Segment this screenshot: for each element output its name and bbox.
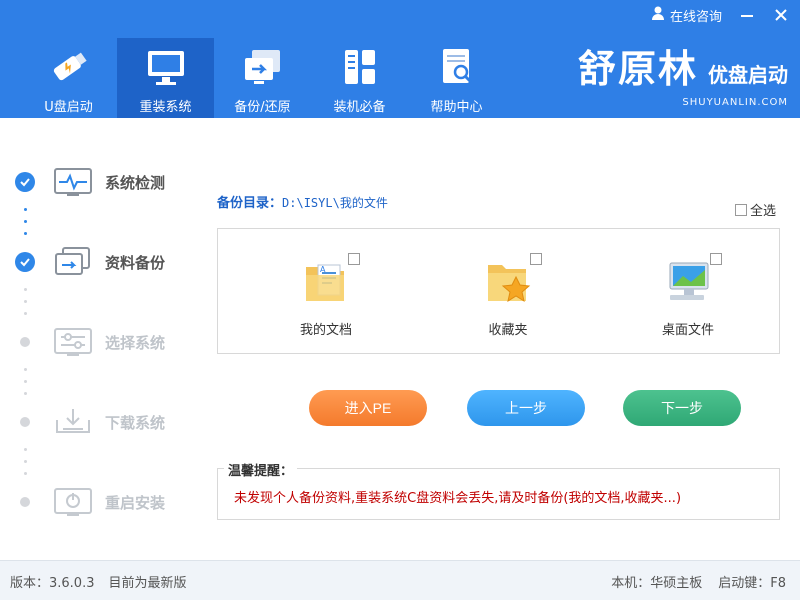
step-system-check: 系统检测 — [15, 166, 165, 198]
backup-icon — [53, 246, 93, 278]
brand-logo: 舒原林 优盘启动 SHUYUANLIN.COM — [578, 38, 788, 108]
header-toolbar: 在线咨询 — [650, 5, 790, 25]
step-select-system: 选择系统 — [15, 326, 165, 358]
select-all-label: 全选 — [749, 204, 776, 219]
online-consult-label: 在线咨询 — [669, 9, 722, 25]
brand-name: 舒原林 — [577, 47, 698, 91]
backup-files-box: A 我的文档 收藏夹 桌面文件 — [217, 228, 780, 354]
file-checkbox[interactable] — [530, 253, 542, 265]
enter-pe-button[interactable]: 进入PE — [309, 390, 427, 426]
tips-title: 温馨提醒： — [224, 460, 298, 479]
pending-dot-icon — [20, 337, 30, 347]
main-nav: U盘启动 重装系统 备份/还原 装机必备 帮助中心 — [20, 38, 505, 118]
backup-restore-icon — [240, 44, 286, 90]
file-checkbox[interactable] — [348, 253, 360, 265]
previous-step-button[interactable]: 上一步 — [467, 390, 585, 426]
file-label: 收藏夹 — [488, 323, 528, 338]
minimize-icon — [741, 15, 753, 17]
nav-help-center-label: 帮助中心 — [430, 100, 483, 115]
nav-essential-software-label: 装机必备 — [333, 100, 386, 115]
tips-warning-text: 未发现个人备份资料,重装系统C盘资料会丢失,请及时备份(我的文档,收藏夹...) — [234, 491, 682, 506]
steps-sidebar: 系统检测 资料备份 选择系统 下载系统 重启安装 — [0, 118, 195, 560]
step-restart-install: 重启安装 — [15, 486, 165, 518]
favorites-folder-icon — [480, 253, 542, 309]
nav-backup-restore[interactable]: 备份/还原 — [214, 38, 311, 118]
step-connector — [24, 448, 27, 475]
backup-directory-label: 备份目录： — [217, 196, 283, 211]
pending-dot-icon — [20, 417, 30, 427]
main-panel: 备份目录：D:\ISYL\我的文件 全选 A 我的文档 收藏夹 桌面文件 进入P… — [195, 118, 800, 560]
backup-directory-path[interactable]: D:\ISYL\我的文件 — [282, 196, 388, 210]
nav-usb-boot[interactable]: U盘启动 — [20, 38, 117, 118]
nav-reinstall-system-label: 重装系统 — [139, 100, 192, 115]
nav-backup-restore-label: 备份/还原 — [234, 100, 291, 115]
nav-help-center[interactable]: 帮助中心 — [408, 38, 505, 118]
step-download-system: 下载系统 — [15, 406, 165, 438]
update-status: 目前为最新版 — [108, 576, 187, 591]
help-document-icon — [434, 44, 480, 90]
file-label: 桌面文件 — [661, 323, 714, 338]
file-checkbox[interactable] — [710, 253, 722, 265]
step-data-backup: 资料备份 — [15, 246, 165, 278]
step-connector — [24, 288, 27, 315]
file-item-desktop-files[interactable]: 桌面文件 — [638, 253, 738, 338]
checkbox-icon[interactable] — [734, 203, 747, 216]
file-label: 我的文档 — [299, 323, 352, 338]
step-label: 重启安装 — [105, 493, 166, 512]
pending-dot-icon — [20, 497, 30, 507]
power-monitor-icon — [53, 486, 93, 518]
settings-sliders-icon — [53, 326, 93, 358]
step-label: 选择系统 — [105, 333, 166, 352]
motherboard-info: 本机：华硕主板 — [611, 576, 703, 591]
backup-directory: 备份目录：D:\ISYL\我的文件 — [217, 192, 388, 211]
software-grid-icon — [337, 44, 383, 90]
headset-icon — [650, 5, 666, 25]
version-label: 版本：3.6.0.3 — [10, 576, 95, 591]
step-connector — [24, 368, 27, 395]
minimize-button[interactable] — [738, 6, 756, 24]
desktop-computer-icon — [660, 253, 722, 309]
nav-usb-boot-label: U盘启动 — [44, 100, 93, 115]
step-connector — [24, 208, 27, 235]
usb-drive-icon — [46, 44, 92, 90]
nav-essential-software[interactable]: 装机必备 — [311, 38, 408, 118]
documents-folder-icon: A — [298, 253, 360, 309]
svg-text:A: A — [320, 265, 326, 274]
boot-key-info: 启动键：F8 — [718, 576, 786, 591]
step-label: 下载系统 — [105, 413, 166, 432]
step-label: 系统检测 — [105, 173, 166, 192]
check-circle-icon — [15, 172, 35, 192]
monitor-icon — [143, 44, 189, 90]
close-icon — [775, 9, 787, 21]
brand-subtitle: 优盘启动 — [708, 63, 788, 87]
download-icon — [53, 406, 93, 438]
file-item-favorites[interactable]: 收藏夹 — [458, 253, 558, 338]
online-consult-button[interactable]: 在线咨询 — [650, 5, 722, 25]
nav-reinstall-system[interactable]: 重装系统 — [117, 38, 214, 118]
brand-url: SHUYUANLIN.COM — [682, 97, 788, 108]
next-step-button[interactable]: 下一步 — [623, 390, 741, 426]
check-circle-icon — [15, 252, 35, 272]
waveform-icon — [53, 166, 93, 198]
select-all-checkbox[interactable]: 全选 — [734, 200, 776, 219]
status-bar: 版本：3.6.0.3 目前为最新版 本机：华硕主板 启动键：F8 — [0, 560, 800, 600]
close-button[interactable] — [772, 6, 790, 24]
tips-box: 温馨提醒： 未发现个人备份资料,重装系统C盘资料会丢失,请及时备份(我的文档,收… — [217, 460, 780, 520]
step-label: 资料备份 — [105, 253, 166, 272]
header: 在线咨询 U盘启动 重装系统 备份/还原 装机必备 帮助中心 舒原林 优盘启动 … — [0, 0, 800, 118]
file-item-my-documents[interactable]: A 我的文档 — [276, 253, 376, 338]
